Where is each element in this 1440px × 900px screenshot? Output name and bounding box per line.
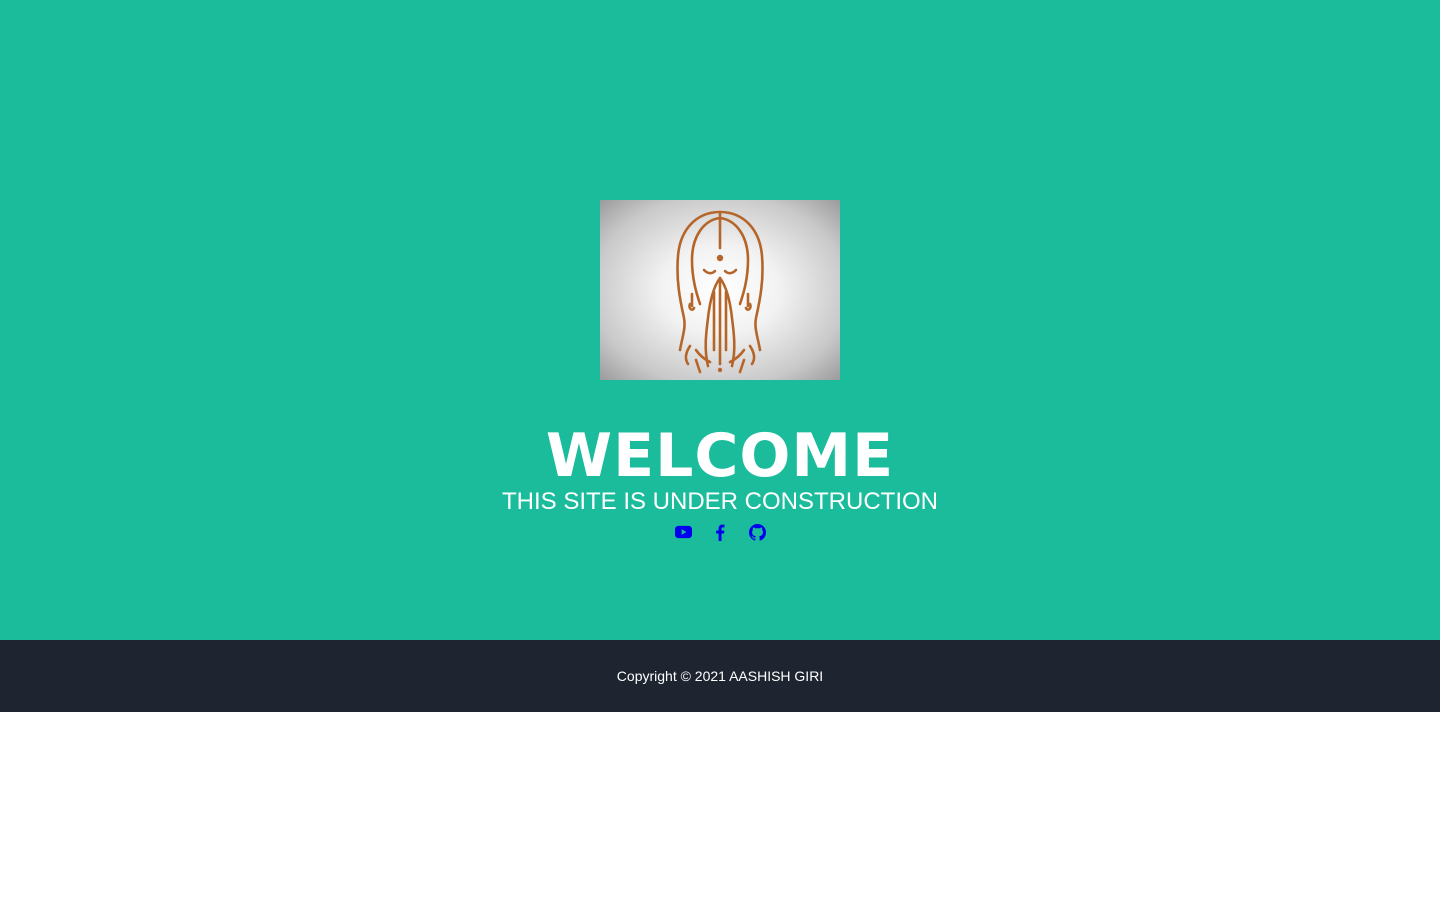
footer: Copyright © 2021 AASHISH GIRI <box>0 640 1440 712</box>
facebook-link[interactable] <box>712 522 729 542</box>
welcome-heading: WELCOME <box>545 421 895 491</box>
github-link[interactable] <box>748 522 766 542</box>
hero-section: WELCOME THIS SITE IS UNDER CONSTRUCTION <box>0 0 1440 640</box>
copyright-text: Copyright © 2021 AASHISH GIRI <box>616 668 824 684</box>
namaste-illustration-icon <box>676 210 764 374</box>
social-links <box>0 520 1440 544</box>
namaste-logo-image <box>600 200 840 380</box>
facebook-icon <box>716 524 725 541</box>
youtube-icon <box>674 525 692 539</box>
github-icon <box>748 523 766 541</box>
under-construction-subtitle: THIS SITE IS UNDER CONSTRUCTION <box>501 488 939 515</box>
youtube-link[interactable] <box>674 522 692 542</box>
